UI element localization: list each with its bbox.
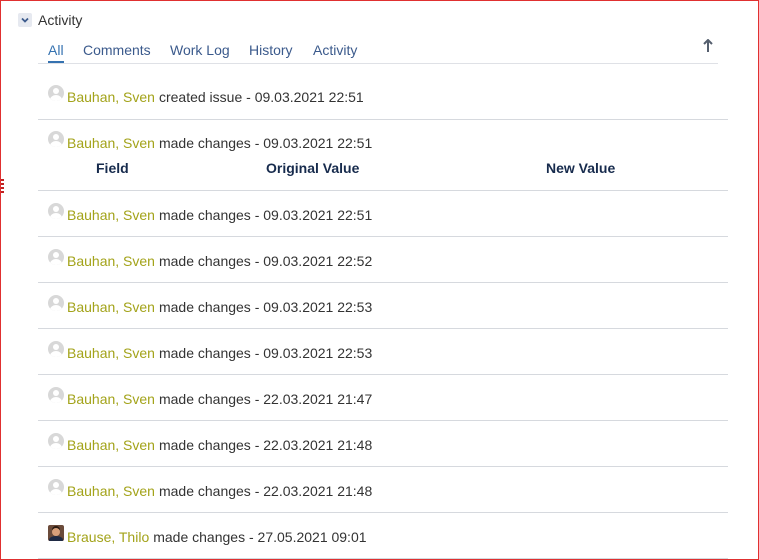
entry-date: 09.03.2021 22:53 [263, 345, 373, 361]
user-avatar [48, 479, 64, 495]
entry-date: 27.05.2021 09:01 [257, 529, 367, 545]
action-text: made changes [158, 437, 251, 453]
user-link[interactable]: Bauhan, Sven [67, 437, 155, 453]
action-text: made changes [153, 529, 246, 545]
user-avatar [48, 203, 64, 219]
entry-date: 22.03.2021 21:48 [263, 483, 373, 499]
user-avatar [48, 249, 64, 265]
user-avatar [48, 85, 64, 101]
tab-work-log[interactable]: Work Log [170, 42, 230, 61]
user-link[interactable]: Bauhan, Sven [67, 89, 155, 105]
user-link[interactable]: Bauhan, Sven [67, 483, 155, 499]
tab-comments[interactable]: Comments [83, 42, 151, 61]
activity-panel: Activity All Comments Work Log History A… [0, 0, 759, 560]
action-text: made changes [158, 253, 251, 269]
list-item: Bauhan, Sven made changes - 09.03.2021 2… [38, 120, 728, 191]
activity-list: Bauhan, Sven created issue - 09.03.2021 … [38, 74, 728, 559]
list-item: Bauhan, Sven created issue - 09.03.2021 … [38, 74, 728, 120]
activity-tabs: All Comments Work Log History Activity [38, 39, 718, 64]
user-avatar-photo [48, 525, 64, 541]
list-item: Bauhan, Sven made changes - 09.03.2021 2… [38, 237, 728, 283]
entry-date: 09.03.2021 22:52 [263, 253, 373, 269]
changes-table: Field Original Value New Value [38, 160, 728, 180]
user-link[interactable]: Bauhan, Sven [67, 253, 155, 269]
action-text: made changes [158, 299, 251, 315]
chevron-down-icon [21, 17, 29, 23]
user-avatar [48, 295, 64, 311]
list-item: Bauhan, Sven made changes - 22.03.2021 2… [38, 467, 728, 513]
user-link[interactable]: Bauhan, Sven [67, 299, 155, 315]
action-text: made changes [158, 345, 251, 361]
action-text: made changes [158, 207, 251, 223]
action-text: made changes [158, 483, 251, 499]
user-link[interactable]: Brause, Thilo [67, 529, 149, 545]
action-text: created issue [158, 89, 243, 105]
user-link[interactable]: Bauhan, Sven [67, 135, 155, 151]
tab-history[interactable]: History [249, 42, 293, 61]
list-item: Bauhan, Sven made changes - 09.03.2021 2… [38, 283, 728, 329]
entry-date: 09.03.2021 22:53 [263, 299, 373, 315]
tab-all[interactable]: All [48, 42, 64, 63]
entry-date: 09.03.2021 22:51 [254, 89, 364, 105]
entry-date: 09.03.2021 22:51 [263, 207, 373, 223]
user-avatar [48, 387, 64, 403]
entry-date: 09.03.2021 22:51 [263, 135, 373, 151]
entry-date: 22.03.2021 21:48 [263, 437, 373, 453]
column-header-new-value: New Value [546, 160, 616, 176]
action-text: made changes [158, 135, 251, 151]
user-link[interactable]: Bauhan, Sven [67, 391, 155, 407]
list-item: Brause, Thilo made changes - 27.05.2021 … [38, 513, 728, 559]
list-item: Bauhan, Sven made changes - 22.03.2021 2… [38, 375, 728, 421]
column-header-original-value: Original Value [266, 160, 360, 176]
column-header-field: Field [96, 160, 129, 176]
tab-activity[interactable]: Activity [313, 42, 357, 61]
action-text: made changes [158, 391, 251, 407]
activity-module-header: Activity [18, 9, 82, 31]
user-link[interactable]: Bauhan, Sven [67, 207, 155, 223]
sort-order-button[interactable] [702, 39, 716, 55]
user-avatar [48, 131, 64, 147]
user-avatar [48, 341, 64, 357]
list-item: Bauhan, Sven made changes - 09.03.2021 2… [38, 191, 728, 237]
list-item: Bauhan, Sven made changes - 09.03.2021 2… [38, 329, 728, 375]
user-link[interactable]: Bauhan, Sven [67, 345, 155, 361]
list-item: Bauhan, Sven made changes - 22.03.2021 2… [38, 421, 728, 467]
module-title: Activity [38, 12, 83, 28]
arrow-up-icon [703, 39, 713, 52]
user-avatar [48, 433, 64, 449]
entry-date: 22.03.2021 21:47 [263, 391, 373, 407]
resize-handle[interactable] [1, 179, 4, 193]
collapse-toggle-button[interactable] [18, 13, 32, 27]
